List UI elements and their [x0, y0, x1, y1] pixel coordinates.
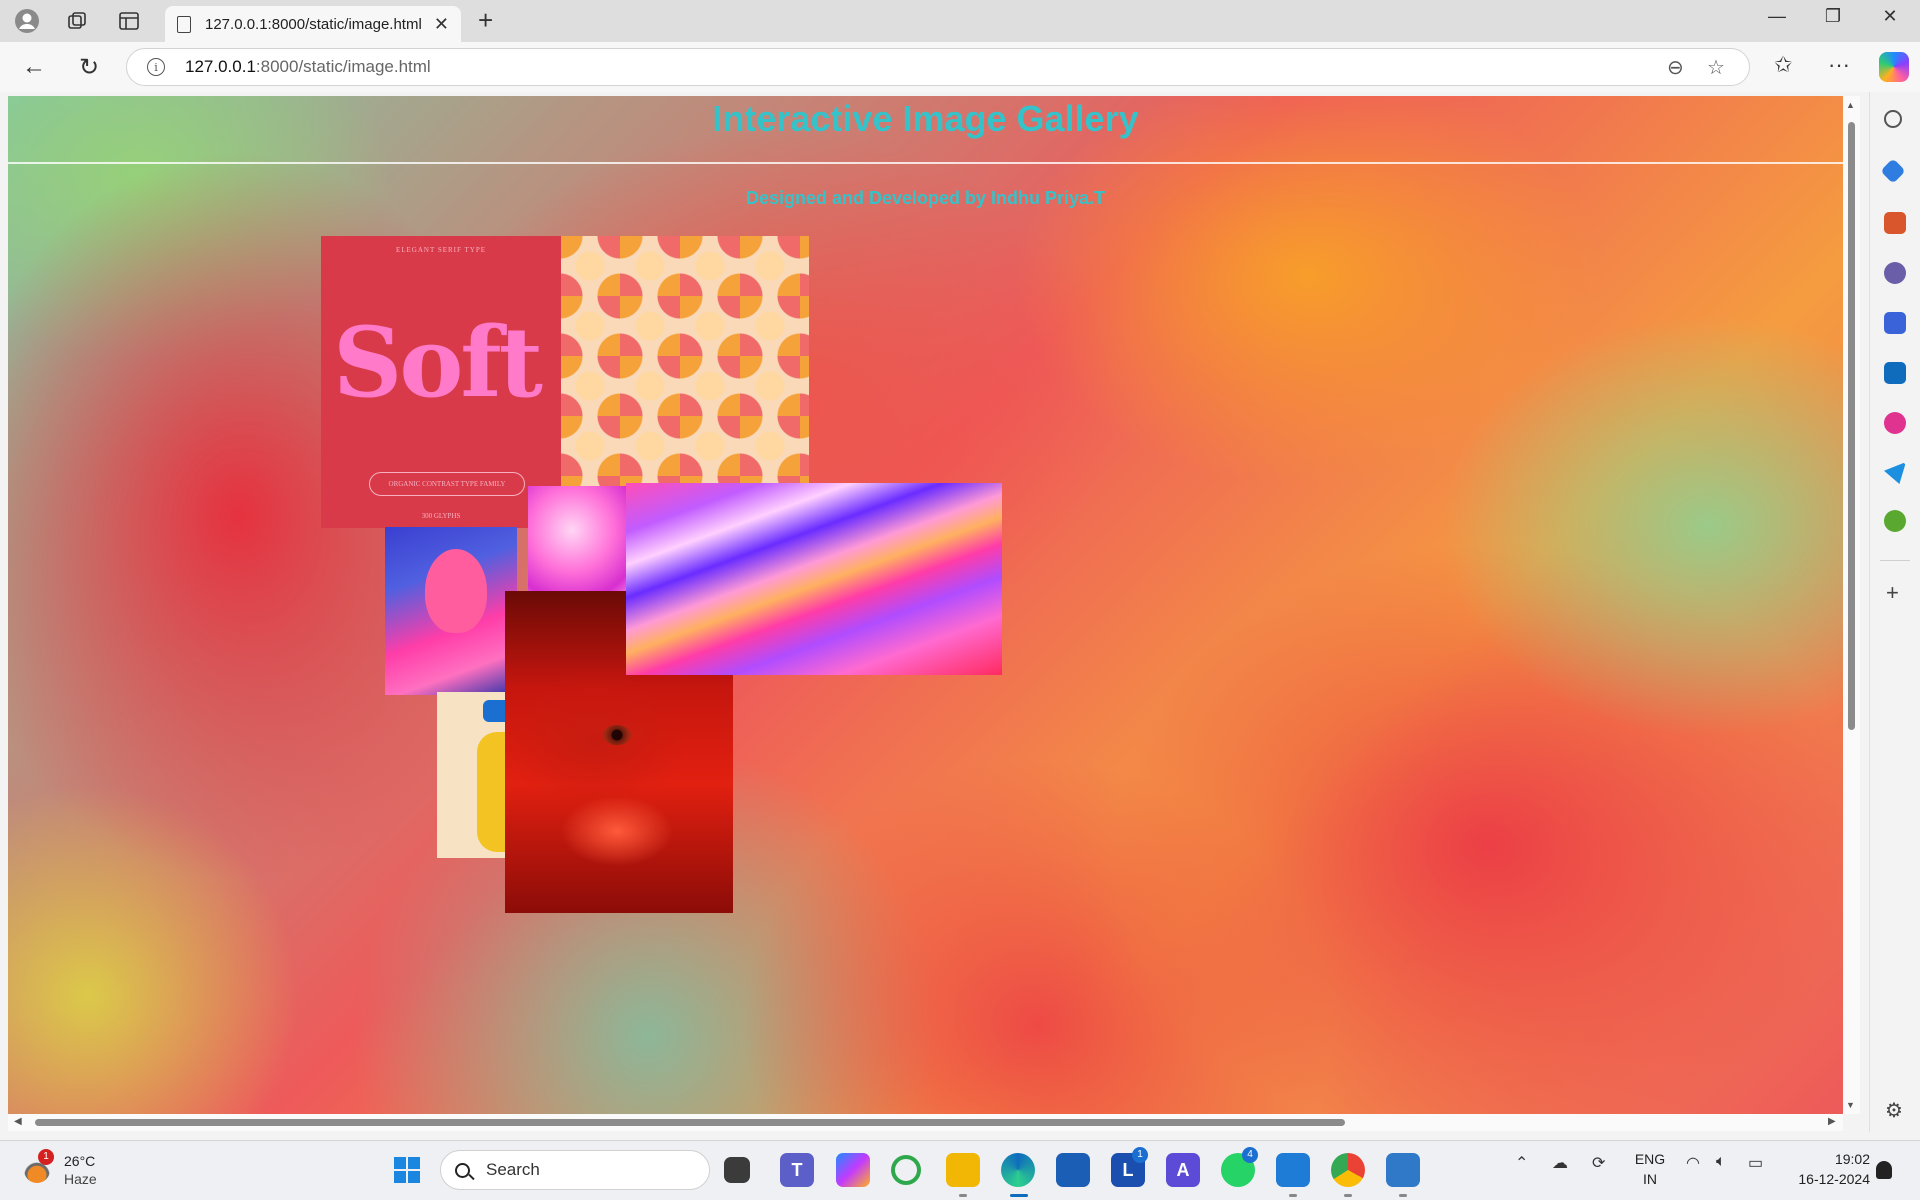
system-clock[interactable]: 19:02 16-12-2024 [1780, 1149, 1870, 1189]
settings-gear-icon[interactable]: ⚙ [1885, 1098, 1903, 1123]
shopping-tag-icon[interactable] [1880, 158, 1906, 184]
search-label: Search [486, 1160, 540, 1179]
tab-title: 127.0.0.1:8000/static/image.html [205, 15, 422, 33]
weather-badge: 1 [38, 1149, 54, 1165]
scroll-up-icon[interactable]: ▲ [1846, 100, 1855, 110]
copilot-app-icon[interactable] [836, 1153, 870, 1187]
poster-headline: Soft [333, 306, 543, 419]
tree-icon[interactable] [1884, 510, 1906, 532]
language-code: ENG [1634, 1151, 1666, 1167]
copilot-icon[interactable] [1879, 52, 1909, 82]
vertical-scrollbar[interactable]: ▲ ▼ [1843, 96, 1860, 1114]
favorites-icon[interactable]: ✩ [1774, 52, 1792, 78]
battery-icon[interactable]: ▭ [1748, 1153, 1763, 1173]
gallery-image-pattern[interactable] [560, 236, 809, 486]
clock-time: 19:02 [1834, 1151, 1870, 1167]
horizontal-rule [8, 162, 1843, 164]
windows-start-icon[interactable] [390, 1153, 424, 1187]
onedrive-icon[interactable]: ☁ [1552, 1153, 1568, 1173]
weather-temp: 26°C [64, 1153, 96, 1169]
tools-briefcase-icon[interactable] [1884, 212, 1906, 234]
edge-icon[interactable] [1001, 1153, 1035, 1187]
refresh-button[interactable]: ↻ [73, 51, 105, 83]
notification-bell-icon[interactable] [1876, 1161, 1892, 1179]
site-info-icon[interactable]: i [147, 58, 165, 76]
scroll-left-icon[interactable]: ◀ [14, 1116, 22, 1127]
eye-iris [603, 725, 631, 745]
page-title: Interactive Image Gallery [712, 98, 1139, 139]
refresh-app-icon[interactable] [891, 1155, 921, 1185]
region-code: IN [1643, 1171, 1657, 1187]
lens-badge: 1 [1132, 1147, 1148, 1163]
gallery-image-pink-swirl[interactable] [528, 486, 638, 596]
close-tab-icon[interactable]: ✕ [434, 14, 449, 35]
whatsapp-badge: 4 [1242, 1147, 1258, 1163]
clock-date: 16-12-2024 [1798, 1171, 1870, 1187]
tab-strip: 127.0.0.1:8000/static/image.html ✕ + — ❐… [0, 0, 1920, 42]
sync-icon[interactable]: ⟳ [1592, 1153, 1605, 1173]
poster-caption-top: ELEGANT SERIF TYPE [395, 246, 487, 254]
edge-sidebar: + ⚙ [1869, 92, 1920, 1132]
weather-condition: Haze [64, 1171, 97, 1187]
scroll-right-icon[interactable]: ▶ [1828, 1116, 1836, 1127]
notepad-indicator [1399, 1194, 1407, 1197]
add-sidebar-app-icon[interactable]: + [1886, 580, 1899, 606]
horizontal-scroll-thumb[interactable] [35, 1119, 1345, 1126]
edge-active-indicator [1010, 1194, 1028, 1197]
wifi-icon[interactable]: ◠ [1686, 1153, 1700, 1173]
back-button[interactable]: ← [18, 51, 50, 83]
windows-taskbar: 1 26°C Haze Search T L 1 A 4 ⌃ ☁ ⟳ ENG I… [0, 1140, 1920, 1200]
zoom-icon[interactable]: ⊖ [1667, 55, 1684, 80]
chrome-indicator [1344, 1194, 1352, 1197]
chrome-icon[interactable] [1331, 1153, 1365, 1187]
file-explorer-icon[interactable] [946, 1153, 980, 1187]
task-view-icon[interactable] [724, 1157, 750, 1183]
outlook-icon[interactable] [1884, 362, 1906, 384]
gallery-image-soft-poster[interactable]: ELEGANT SERIF TYPE Soft ORGANIC CONTRAST… [321, 236, 561, 528]
poster-pill: ORGANIC CONTRAST TYPE FAMILY [369, 472, 525, 496]
vscode-indicator [1289, 1194, 1297, 1197]
profile-icon[interactable] [11, 5, 43, 37]
gallery-image-portrait[interactable] [385, 527, 517, 695]
page-icon [177, 15, 191, 33]
more-menu-icon[interactable]: ··· [1828, 52, 1850, 78]
address-bar[interactable]: i 127.0.0.1:8000/static/image.html ⊖ ☆ [126, 48, 1750, 86]
m365-icon[interactable] [1884, 312, 1906, 334]
active-tab[interactable]: 127.0.0.1:8000/static/image.html ✕ [165, 6, 461, 42]
tray-overflow-icon[interactable]: ⌃ [1515, 1153, 1528, 1173]
volume-icon[interactable]: 🔈︎ [1716, 1153, 1726, 1171]
gallery-image-holographic-marble[interactable] [626, 483, 1002, 675]
poster-caption-bottom: 300 GLYPHS [421, 512, 461, 520]
maximize-button[interactable]: ❐ [1818, 6, 1848, 27]
notepad-icon[interactable] [1386, 1153, 1420, 1187]
language-indicator[interactable]: ENG IN [1630, 1149, 1670, 1189]
vscode-icon[interactable] [1276, 1153, 1310, 1187]
weather-widget[interactable]: 1 26°C Haze [22, 1149, 142, 1191]
designer-icon[interactable] [1884, 412, 1906, 434]
page-subtitle: Designed and Developed by Indhu Priya.T [745, 188, 1106, 208]
vertical-tabs-icon[interactable] [113, 5, 145, 37]
games-icon[interactable] [1884, 262, 1906, 284]
send-icon[interactable] [1884, 462, 1906, 484]
address-toolbar: ← ↻ i 127.0.0.1:8000/static/image.html ⊖… [0, 42, 1920, 92]
horizontal-scrollbar[interactable]: ◀ ▶ [8, 1114, 1843, 1131]
new-tab-button[interactable]: + [478, 5, 493, 36]
taskbar-search[interactable]: Search [440, 1150, 710, 1190]
search-icon [455, 1162, 470, 1178]
arc-app-icon[interactable]: A [1166, 1153, 1200, 1187]
minimize-button[interactable]: — [1762, 6, 1792, 27]
scroll-down-icon[interactable]: ▼ [1846, 1100, 1855, 1110]
favorite-star-icon[interactable]: ☆ [1707, 55, 1725, 80]
page-viewport: Interactive Image Gallery Designed and D… [8, 96, 1843, 1114]
vertical-scroll-thumb[interactable] [1848, 122, 1855, 730]
workspaces-icon[interactable] [61, 5, 93, 37]
close-window-button[interactable]: ✕ [1875, 6, 1905, 27]
search-icon[interactable] [1884, 110, 1902, 128]
store-icon[interactable] [1056, 1153, 1090, 1187]
sidebar-divider [1880, 560, 1910, 561]
teams-icon[interactable]: T [780, 1153, 814, 1187]
file-explorer-indicator [959, 1194, 967, 1197]
portrait-face [425, 549, 487, 633]
url-text[interactable]: 127.0.0.1:8000/static/image.html [185, 57, 1749, 77]
